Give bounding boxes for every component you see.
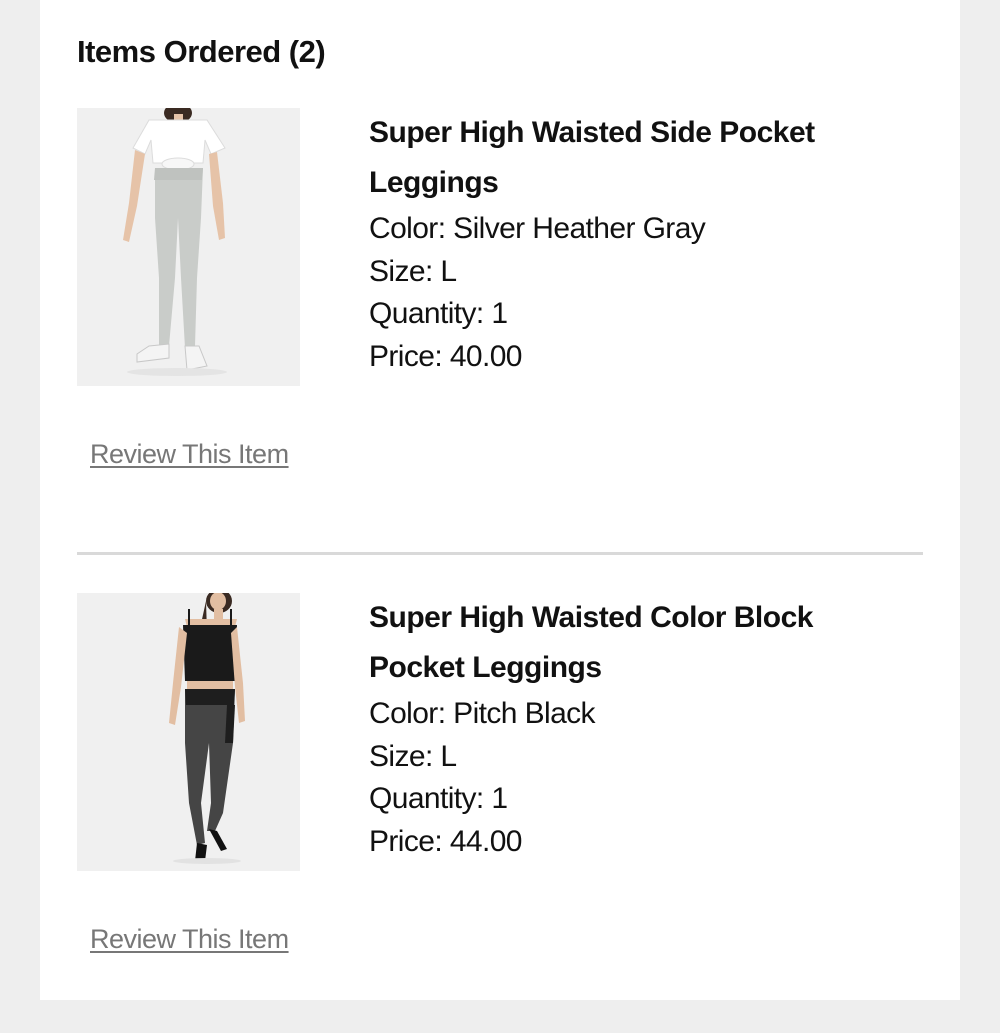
item-details: Super High Waisted Color Block Pocket Le… — [369, 593, 889, 863]
section-title: Items Ordered (2) — [77, 34, 326, 69]
item-details: Super High Waisted Side Pocket Leggings … — [369, 108, 889, 378]
order-item: Super High Waisted Color Block Pocket Le… — [40, 593, 960, 1033]
gray-leggings-photo-icon — [77, 108, 300, 386]
item-size: Size: L — [369, 254, 457, 288]
product-image[interactable] — [77, 593, 300, 871]
black-leggings-photo-icon — [77, 593, 300, 871]
item-divider — [77, 552, 923, 555]
item-color: Color: Pitch Black — [369, 697, 596, 730]
item-quantity: Quantity: 1 — [369, 782, 508, 815]
item-name[interactable]: Super High Waisted Color Block Pocket Le… — [369, 593, 889, 693]
item-price: Price: 44.00 — [369, 824, 523, 858]
review-item-link[interactable]: Review This Item — [90, 439, 289, 470]
item-color: Color: Silver Heather Gray — [369, 212, 706, 245]
product-image[interactable] — [77, 108, 300, 386]
item-name[interactable]: Super High Waisted Side Pocket Leggings — [369, 108, 889, 208]
item-size: Size: L — [369, 739, 457, 773]
item-price: Price: 40.00 — [369, 339, 523, 373]
order-items-panel: Items Ordered (2) Super High Waisted Sid… — [40, 0, 960, 1000]
item-quantity: Quantity: 1 — [369, 297, 508, 330]
review-item-link[interactable]: Review This Item — [90, 924, 289, 955]
order-item: Super High Waisted Side Pocket Leggings … — [40, 108, 960, 548]
